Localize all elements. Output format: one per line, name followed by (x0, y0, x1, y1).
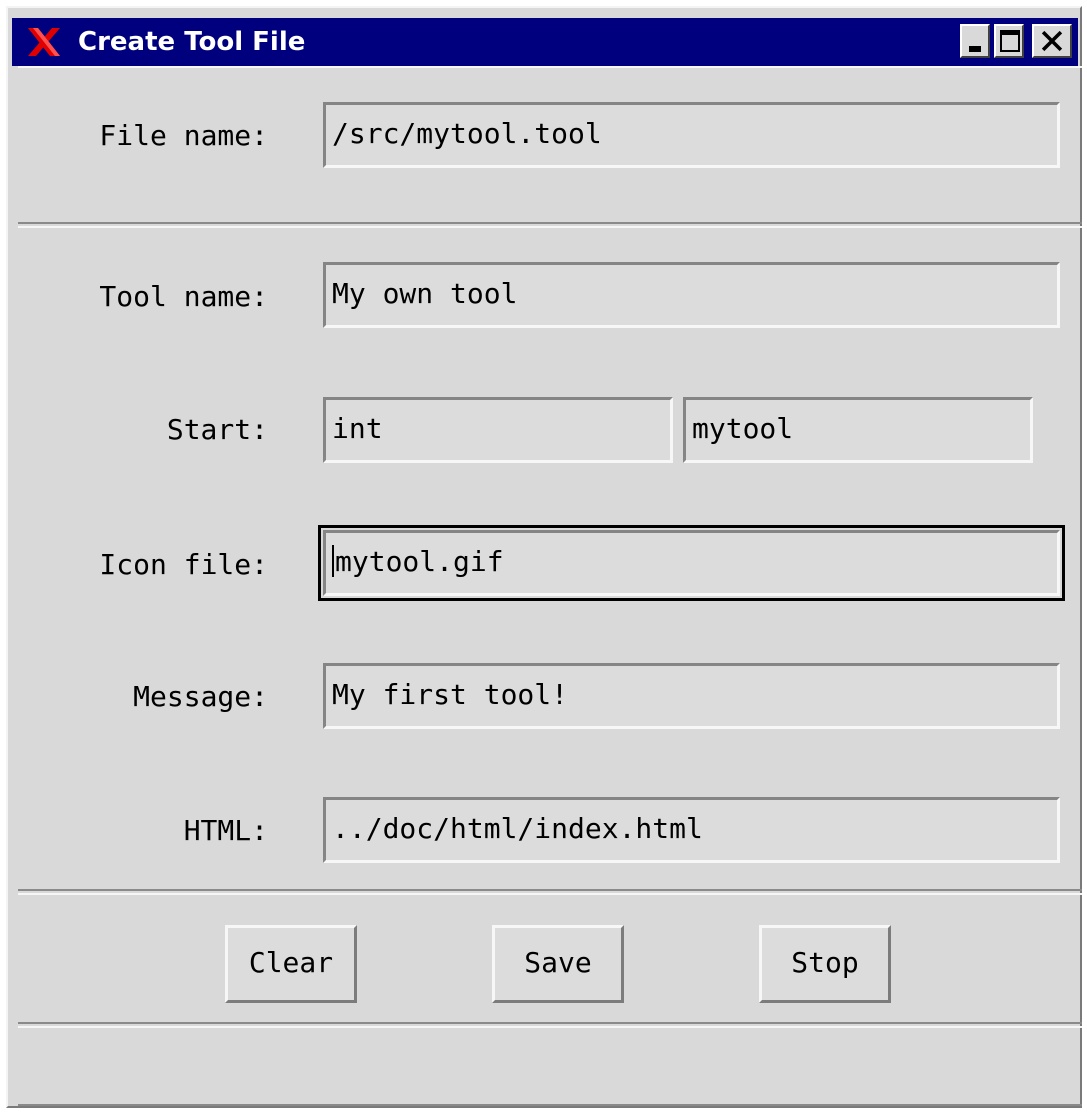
x-app-icon (28, 28, 60, 56)
title-bar[interactable]: Create Tool File (12, 18, 1078, 66)
close-icon (1041, 30, 1063, 52)
file-name-label: File name: (99, 119, 268, 152)
maximize-icon (1000, 30, 1020, 52)
window-title: Create Tool File (78, 27, 306, 57)
maximize-button[interactable] (994, 24, 1024, 58)
minimize-icon (969, 46, 981, 52)
minimize-button[interactable] (960, 24, 990, 58)
icon-file-input[interactable]: mytool.gif (318, 525, 1065, 601)
start-label: Start: (166, 413, 268, 446)
start-input-1[interactable]: int (323, 397, 673, 463)
close-button[interactable] (1032, 24, 1072, 58)
text-cursor (332, 545, 334, 577)
html-label: HTML: (183, 814, 268, 847)
html-input[interactable]: ../doc/html/index.html (323, 797, 1060, 863)
stop-button[interactable]: Stop (759, 925, 891, 1003)
clear-button[interactable]: Clear (225, 925, 357, 1003)
icon-file-label: Icon file: (99, 548, 268, 581)
status-bar (18, 1026, 1082, 1106)
icon-file-value: mytool.gif (335, 545, 504, 578)
message-label: Message: (133, 680, 268, 713)
file-name-input[interactable]: /src/mytool.tool (323, 102, 1060, 168)
message-input[interactable]: My first tool! (323, 663, 1060, 729)
tool-name-input[interactable]: My own tool (323, 262, 1060, 328)
save-button[interactable]: Save (492, 925, 624, 1003)
tool-name-label: Tool name: (99, 280, 268, 313)
start-input-2[interactable]: mytool (683, 397, 1033, 463)
